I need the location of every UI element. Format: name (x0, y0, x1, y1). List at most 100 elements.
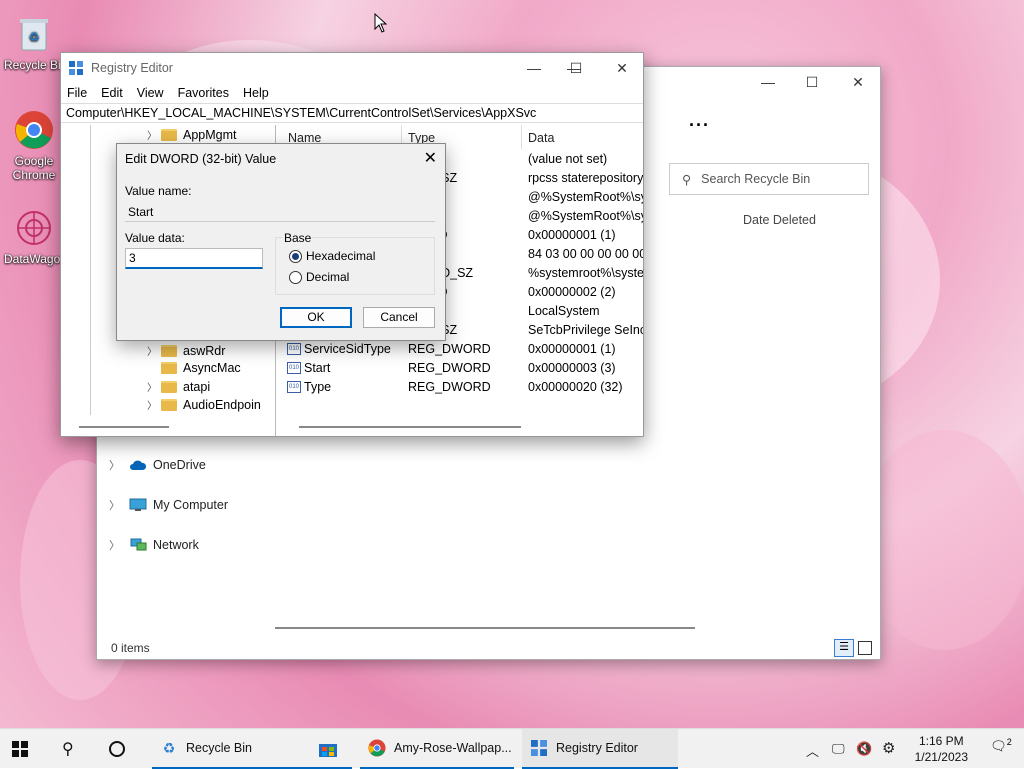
cancel-button[interactable]: Cancel (363, 307, 435, 328)
value-type: REG_DWORD (408, 361, 491, 375)
maximize-button[interactable]: ☐ (553, 53, 599, 83)
tree-item[interactable]: AsyncMac (147, 361, 241, 375)
horizontal-scrollbar[interactable] (299, 426, 521, 428)
hexadecimal-radio[interactable]: Hexadecimal (289, 249, 375, 263)
menu-favorites[interactable]: Favorites (178, 86, 229, 100)
notification-center-button[interactable]: 🗨2 (988, 737, 1014, 761)
menu-file[interactable]: File (67, 86, 87, 100)
nav-item-onedrive[interactable]: 〉 OneDrive (109, 457, 206, 473)
desktop-icon-recycle-bin[interactable]: ♻ Recycle Bin (4, 12, 67, 72)
menu-help[interactable]: Help (243, 86, 269, 100)
settings-gear-icon[interactable]: ⚙ (882, 739, 895, 757)
nav-item-label: Network (153, 538, 199, 552)
tree-item[interactable]: 〉 aswRdr (147, 343, 226, 359)
decimal-radio[interactable]: Decimal (289, 270, 349, 284)
more-options-button[interactable]: ··· (689, 115, 710, 136)
value-data-label: Value data: (125, 231, 185, 245)
value-name: ServiceSidType (304, 342, 391, 356)
binary-value-icon: 010 (287, 362, 301, 374)
volume-muted-icon[interactable]: 🔇 (856, 741, 872, 757)
window-title: Registry Editor (91, 61, 173, 75)
horizontal-scrollbar[interactable] (275, 627, 695, 629)
tree-item-label: AppMgmt (183, 127, 237, 142)
address-bar[interactable]: Computer\HKEY_LOCAL_MACHINE\SYSTEM\Curre… (61, 103, 643, 123)
value-name: Start (304, 361, 331, 375)
tree-line (90, 125, 91, 415)
desktop-icon-label: DataWagon (4, 252, 67, 266)
recycle-bin-icon: ♻ (12, 12, 56, 56)
chevron-right-icon[interactable]: 〉 (109, 537, 123, 553)
folder-icon (161, 380, 177, 393)
notification-count: 2 (1006, 737, 1012, 747)
tree-item[interactable]: 〉 AppMgmt (147, 127, 237, 143)
edit-dword-dialog[interactable]: Edit DWORD (32-bit) Value ✕ Value name: … (116, 143, 446, 341)
base-groupbox (275, 237, 435, 295)
details-view-button[interactable]: ☰ (834, 639, 854, 657)
chevron-right-icon[interactable]: 〉 (147, 343, 159, 358)
desktop-icon-chrome[interactable]: Google Chrome (4, 108, 64, 182)
base-label: Base (283, 231, 313, 245)
chevron-right-icon[interactable]: 〉 (109, 497, 123, 513)
column-header-date-deleted[interactable]: Date Deleted (743, 213, 816, 227)
chevron-right-icon[interactable]: 〉 (109, 457, 123, 473)
network-status-icon[interactable]: 🖵 (832, 741, 845, 757)
value-data: 0x00000002 (2) (528, 285, 616, 299)
binary-value-icon: 010 (287, 343, 301, 355)
maximize-button[interactable]: ☐ (789, 67, 835, 97)
value-data-field[interactable] (125, 248, 263, 269)
menu-edit[interactable]: Edit (101, 86, 123, 100)
radio-unselected-icon (289, 270, 302, 284)
radio-label: Hexadecimal (306, 249, 376, 263)
horizontal-scrollbar[interactable] (79, 426, 169, 428)
chevron-up-icon[interactable]: ︿ (806, 741, 819, 760)
value-row-start[interactable]: 010 Start REG_DWORD 0x00000003 (3) (281, 361, 643, 380)
value-name-field[interactable] (125, 203, 435, 222)
value-data: (value not set) (528, 152, 608, 166)
value-row-type[interactable]: 010 Type REG_DWORD 0x00000020 (32) (281, 380, 643, 399)
dialog-title: Edit DWORD (32-bit) Value (125, 152, 277, 166)
clock-date: 1/21/2023 (914, 750, 968, 764)
value-row-servicesidtype[interactable]: 010 ServiceSidType REG_DWORD 0x00000001 (1… (281, 342, 643, 361)
taskbar-store-button[interactable] (318, 729, 344, 769)
chevron-right-icon[interactable]: 〉 (147, 127, 159, 142)
column-header-data[interactable]: Data (528, 131, 554, 145)
value-data: SeTcbPrivilege SeIncre (528, 323, 643, 337)
system-clock[interactable]: 1:16 PM 1/21/2023 (915, 733, 968, 765)
chevron-right-icon[interactable]: 〉 (147, 379, 159, 394)
mouse-cursor-icon (374, 13, 388, 33)
datawagon-icon (12, 206, 56, 250)
taskbar-app-registry-editor[interactable]: Registry Editor (522, 729, 678, 769)
menu-view[interactable]: View (137, 86, 164, 100)
nav-item-my-computer[interactable]: 〉 My Computer (109, 497, 228, 513)
close-button[interactable]: ✕ (424, 148, 437, 168)
search-button[interactable]: ⚲ (62, 729, 84, 769)
desktop-icon-datawagon[interactable]: DataWagon (4, 206, 67, 266)
close-button[interactable]: ✕ (835, 67, 881, 97)
taskbar: ⚲ ♻ Recycle Bin Amy-Rose-Wallpap... Regi… (0, 728, 1024, 769)
minimize-button[interactable]: — (511, 53, 557, 83)
chrome-icon (12, 108, 56, 152)
close-button[interactable]: ✕ (599, 53, 645, 83)
search-input[interactable]: ⚲ Search Recycle Bin (669, 163, 869, 195)
value-data: 0x00000020 (32) (528, 380, 623, 394)
minimize-button[interactable]: — (745, 67, 791, 97)
value-data: @%SystemRoot%\sys (528, 190, 643, 204)
nav-item-network[interactable]: 〉 Network (109, 537, 199, 553)
chevron-right-icon[interactable]: 〉 (147, 397, 159, 412)
column-divider[interactable] (521, 125, 522, 149)
network-icon (130, 538, 147, 551)
taskbar-app-chrome[interactable]: Amy-Rose-Wallpap... (360, 729, 514, 769)
task-view-button[interactable] (108, 729, 130, 769)
tree-item[interactable]: 〉 AudioEndpoin (147, 397, 261, 413)
tree-item[interactable]: 〉 atapi (147, 379, 210, 395)
tree-item-label: aswRdr (183, 343, 226, 358)
taskbar-app-label: Registry Editor (556, 741, 638, 755)
value-data: 0x00000003 (3) (528, 361, 616, 375)
folder-icon (161, 398, 177, 411)
chrome-icon (368, 739, 386, 757)
start-button[interactable] (12, 729, 38, 769)
large-icons-view-button[interactable] (858, 641, 872, 655)
value-data: 84 03 00 00 00 00 00 00 (528, 247, 643, 261)
ok-button[interactable]: OK (280, 307, 352, 328)
value-type: REG_DWORD (408, 380, 491, 394)
